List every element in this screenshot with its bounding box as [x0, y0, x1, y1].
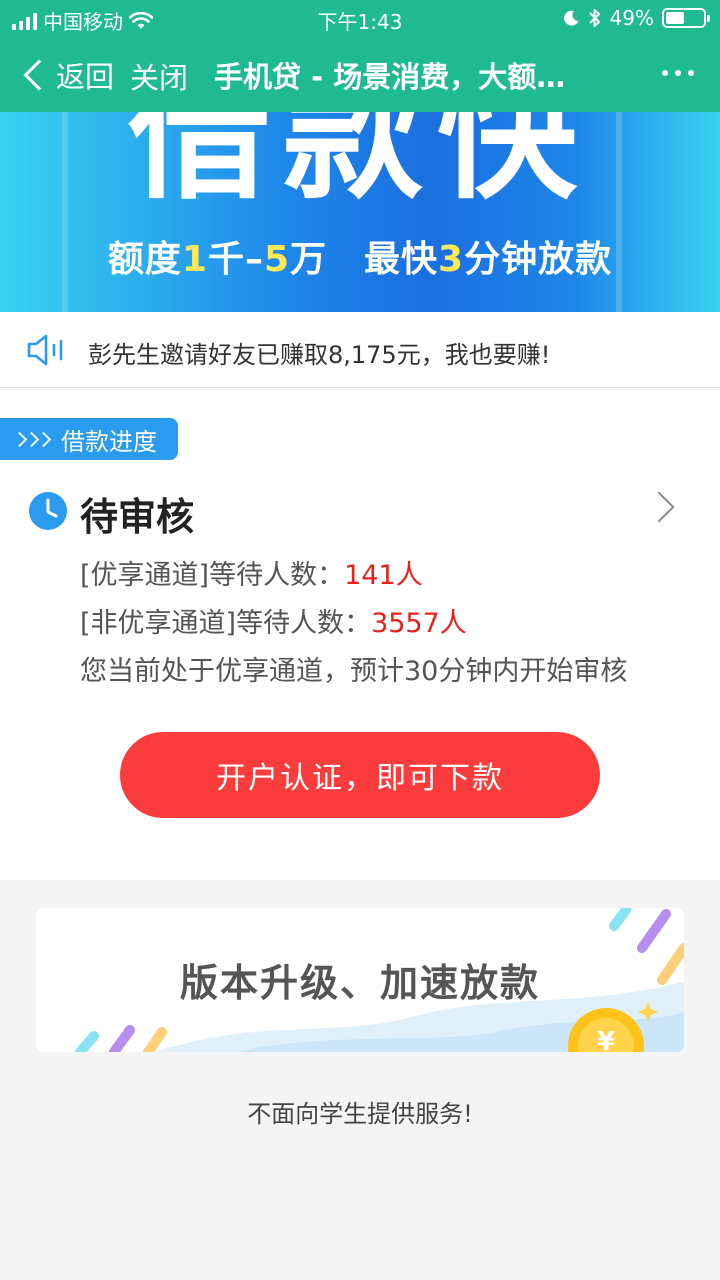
- chevron-left-icon: [23, 59, 55, 91]
- hero-banner[interactable]: 借款快 额度1千–5万 最快3分钟放款: [0, 112, 720, 312]
- status-right: 49%: [562, 6, 710, 30]
- progress-tag: 借款进度: [0, 418, 178, 460]
- banner-headline: 借款快: [128, 112, 591, 219]
- priority-queue-line: [优享通道]等待人数：141人: [80, 553, 423, 592]
- open-account-button[interactable]: 开户认证，即可下款: [120, 732, 600, 818]
- banner-sub-highlight: 3: [438, 239, 465, 280]
- more-options-button[interactable]: [662, 70, 694, 76]
- footer-note: 不面向学生提供服务!: [247, 1100, 473, 1128]
- page-title: 手机贷 - 场景消费，大额…: [214, 60, 566, 94]
- normal-queue-label: [非优享通道]等待人数：: [80, 608, 372, 639]
- notice-bar[interactable]: 彭先生邀请好友已赚取8,175元，我也要赚!: [0, 312, 720, 388]
- moon-icon: [563, 10, 579, 26]
- speaker-icon: [27, 334, 63, 366]
- bluetooth-icon: [588, 9, 600, 27]
- banner-subline: 额度1千–5万 最快3分钟放款: [0, 230, 720, 282]
- close-button[interactable]: 关闭: [130, 55, 188, 97]
- banner-sub-text: 分钟放款: [464, 239, 613, 280]
- back-button[interactable]: 返回: [22, 54, 114, 96]
- nav-bar: 返回 关闭 手机贷 - 场景消费，大额…: [0, 36, 720, 112]
- status-bar: 中国移动 下午1:43 49%: [0, 0, 720, 36]
- clock-icon: [29, 492, 67, 530]
- review-status-row[interactable]: 待审核: [28, 486, 692, 539]
- back-label: 返回: [56, 60, 115, 94]
- banner-sub-highlight: 1: [181, 239, 208, 280]
- loan-progress-card: 借款进度 待审核 [优享通道]等待人数：141人 [非优享通道]等待人数：355…: [0, 390, 720, 880]
- dot-icon: [662, 70, 668, 76]
- priority-queue-label: [优享通道]等待人数：: [80, 560, 345, 591]
- banner-sub-highlight: 5: [263, 239, 291, 280]
- battery-percent: 49%: [609, 6, 654, 30]
- dot-icon: [688, 70, 694, 76]
- banner-sub-text: 额度: [107, 239, 182, 280]
- status-title: 待审核: [80, 495, 195, 539]
- dot-icon: [675, 70, 681, 76]
- progress-tag-label: 借款进度: [61, 427, 157, 456]
- svg-text:¥: ¥: [597, 1027, 615, 1052]
- promo-banner[interactable]: ¥ 版本升级、加速放款: [36, 908, 684, 1052]
- promo-text: 版本升级、加速放款: [179, 961, 540, 1005]
- priority-queue-count: 141人: [344, 560, 423, 591]
- notice-text: 彭先生邀请好友已赚取8,175元，我也要赚!: [88, 341, 551, 369]
- normal-queue-line: [非优享通道]等待人数：3557人: [80, 601, 467, 640]
- triple-chevron-icon: [11, 431, 52, 447]
- banner-sub-text: 万 最快: [290, 239, 439, 280]
- chevron-right-icon: [643, 491, 675, 523]
- banner-sub-text: 千–: [207, 239, 264, 280]
- queue-status-text: 您当前处于优享通道，预计30分钟内开始审核: [80, 656, 628, 687]
- battery-icon: [662, 8, 710, 28]
- normal-queue-count: 3557人: [371, 608, 467, 639]
